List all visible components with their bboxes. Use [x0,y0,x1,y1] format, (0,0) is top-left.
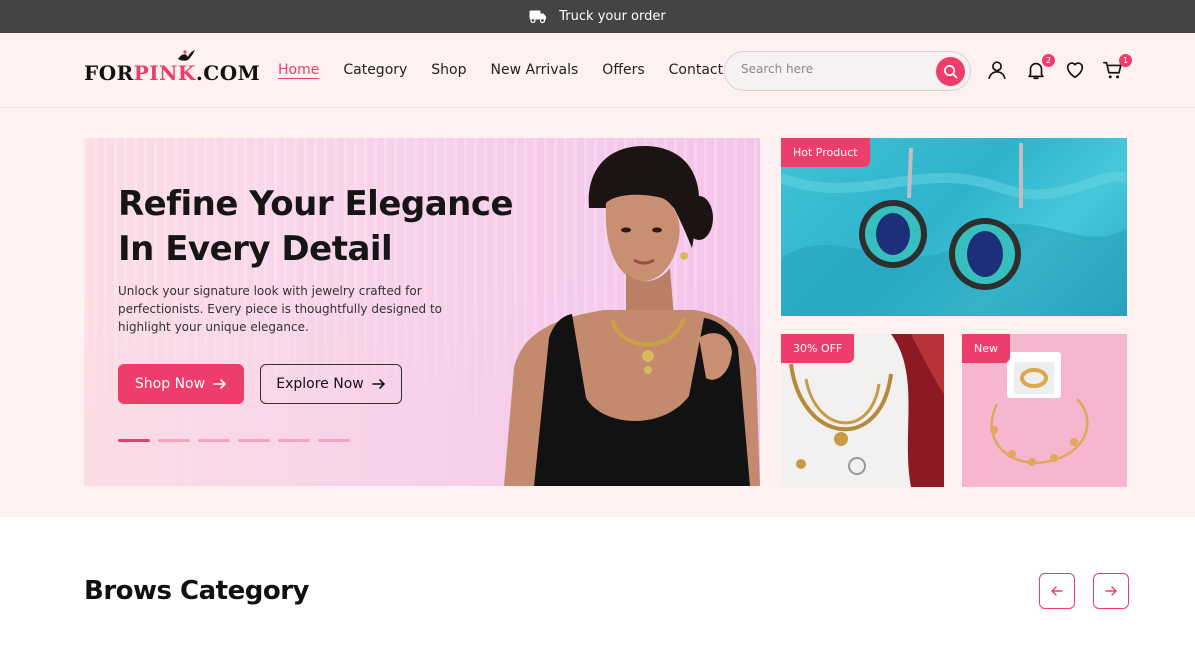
category-prev-button[interactable] [1039,573,1075,609]
hero-banner: Refine Your Elegance In Every Detail Unl… [84,138,760,486]
user-icon [988,61,1006,80]
slide-indicator[interactable] [198,439,230,442]
search-button[interactable] [936,57,965,86]
wishlist-button[interactable] [1064,59,1088,83]
search-input[interactable] [741,62,921,76]
logo-bird-icon [176,49,196,69]
heart-icon [1066,62,1084,79]
category-next-button[interactable] [1093,573,1129,609]
nav-new-arrivals[interactable]: New Arrivals [491,62,579,78]
notification-count-badge: 2 [1042,54,1055,67]
search-box [724,51,971,91]
discount-product-tile[interactable]: 30% OFF [781,334,944,487]
slide-indicator[interactable] [278,439,310,442]
arrow-right-icon [1105,586,1117,596]
arrow-right-icon [213,379,226,389]
category-section-title: Brows Category [84,576,309,606]
new-product-tile[interactable]: New [962,334,1127,487]
nav-home[interactable]: Home [278,62,319,78]
hero-description: Unlock your signature look with jewelry … [118,284,443,334]
site-logo[interactable]: FORPINK.COM [84,61,260,85]
explore-now-button[interactable]: Explore Now [260,364,402,404]
model-image [504,146,760,486]
track-order-link[interactable]: Truck your order [559,9,665,24]
top-announcement-bar: Truck your order [0,0,1195,33]
logo-part-1: FOR [84,61,134,85]
slide-indicator[interactable] [158,439,190,442]
notifications-button[interactable]: 2 [1025,54,1055,83]
hero-title-line-2: In Every Detail [118,229,393,269]
slider-pagination [118,439,350,442]
cart-button[interactable]: 1 [1102,54,1132,83]
nav-contact[interactable]: Contact [669,62,723,78]
nav-offers[interactable]: Offers [602,62,644,78]
main-nav: Home Category Shop New Arrivals Offers C… [278,62,747,78]
slide-indicator[interactable] [238,439,270,442]
product-tag: 30% OFF [781,334,855,363]
shop-now-button[interactable]: Shop Now [118,364,244,404]
arrow-left-icon [1051,586,1063,596]
arrow-right-icon [371,379,385,389]
nav-category[interactable]: Category [343,62,407,78]
slide-indicator[interactable] [118,439,150,442]
hero-title: Refine Your Elegance In Every Detail [118,182,518,272]
logo-part-3: .COM [195,61,261,85]
truck-icon [529,10,547,23]
hot-product-tile[interactable]: Hot Product [781,138,1127,316]
cart-count-badge: 1 [1119,54,1132,67]
nav-shop[interactable]: Shop [431,62,466,78]
explore-now-label: Explore Now [276,376,364,392]
product-tag: New [962,334,1010,363]
search-icon [944,65,958,79]
product-tag: Hot Product [781,138,870,167]
user-account-button[interactable] [986,59,1010,83]
hero-title-line-1: Refine Your Elegance [118,184,514,224]
shop-now-label: Shop Now [134,376,206,392]
slide-indicator[interactable] [318,439,350,442]
site-header: FORPINK.COM Home Category Shop New Arriv… [0,33,1195,108]
